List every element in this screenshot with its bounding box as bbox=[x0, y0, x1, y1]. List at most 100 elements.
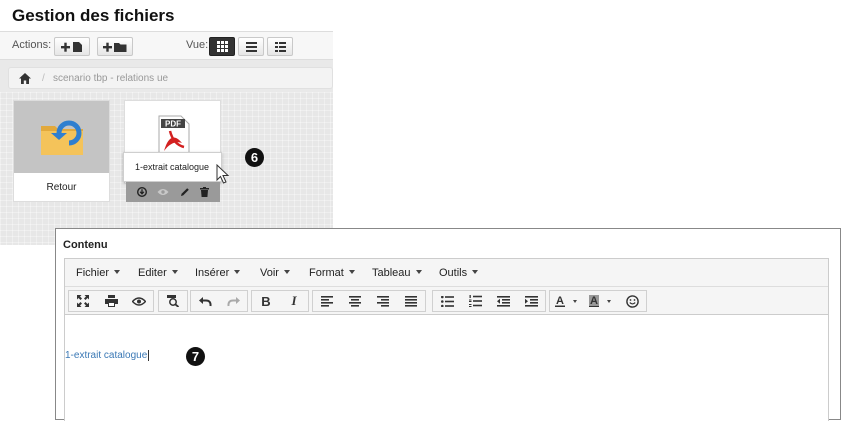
menu-label: Editer bbox=[138, 267, 167, 279]
menu-voir[interactable]: Voir bbox=[260, 267, 290, 279]
fullscreen-button[interactable] bbox=[69, 291, 97, 311]
align-center-icon bbox=[349, 295, 361, 307]
trash-icon bbox=[199, 187, 209, 197]
caret-down-icon bbox=[415, 270, 422, 275]
align-justify-button[interactable] bbox=[397, 291, 425, 311]
folder-back-icon bbox=[40, 120, 83, 155]
smiley-icon bbox=[625, 294, 639, 308]
add-folder-button[interactable] bbox=[97, 37, 133, 56]
redo-button[interactable] bbox=[219, 291, 247, 311]
align-left-icon bbox=[321, 295, 333, 307]
text-color-button[interactable]: A bbox=[550, 291, 584, 311]
undo-icon bbox=[198, 296, 212, 306]
toolbar-group-lists bbox=[432, 290, 546, 312]
back-label: Retour bbox=[46, 182, 77, 193]
emoticons-button[interactable] bbox=[618, 291, 646, 311]
rename-button[interactable] bbox=[180, 187, 190, 197]
file-name-tooltip: 1-extrait catalogue bbox=[123, 152, 222, 182]
view-grid-button[interactable] bbox=[209, 37, 235, 56]
content-editor-panel: Contenu Fichier Editer Insérer Voir Form… bbox=[55, 228, 841, 421]
grid-icon bbox=[216, 41, 228, 52]
bullet-list-button[interactable] bbox=[433, 291, 461, 311]
align-justify-icon bbox=[405, 295, 417, 307]
print-icon bbox=[104, 295, 118, 307]
outdent-icon bbox=[496, 295, 510, 307]
editor-title: Contenu bbox=[63, 239, 108, 251]
svg-text:A: A bbox=[556, 295, 564, 307]
content-link-text: 1-extrait catalogue bbox=[65, 350, 148, 362]
menu-label: Insérer bbox=[195, 267, 230, 279]
eye-icon bbox=[132, 296, 146, 306]
numbered-list-icon bbox=[468, 295, 482, 307]
file-manager-toolbar: Actions: Vue: bbox=[0, 32, 333, 60]
bullet-list-icon bbox=[440, 295, 454, 307]
pencil-icon bbox=[180, 188, 189, 196]
redo-icon bbox=[226, 296, 240, 306]
search-replace-button[interactable] bbox=[159, 291, 187, 311]
caret-down-icon bbox=[114, 270, 121, 275]
undo-button[interactable] bbox=[191, 291, 219, 311]
home-icon[interactable] bbox=[19, 73, 31, 84]
caret-down-icon bbox=[234, 270, 241, 275]
caret-down-icon bbox=[171, 270, 178, 275]
menu-fichier[interactable]: Fichier bbox=[76, 267, 121, 279]
svg-text:A: A bbox=[590, 295, 598, 307]
delete-button[interactable] bbox=[199, 187, 209, 197]
menu-editer[interactable]: Editer bbox=[138, 267, 178, 279]
search-icon bbox=[166, 295, 179, 307]
back-thumbnail bbox=[14, 101, 109, 173]
caret-down-icon bbox=[348, 270, 355, 275]
outdent-button[interactable] bbox=[489, 291, 517, 311]
menu-outils[interactable]: Outils bbox=[439, 267, 479, 279]
italic-button[interactable]: I bbox=[280, 291, 308, 311]
toolbar-group-search bbox=[158, 290, 188, 312]
align-left-button[interactable] bbox=[313, 291, 341, 311]
step-callout-6: 6 bbox=[245, 148, 264, 167]
background-color-icon: A bbox=[589, 295, 611, 307]
toolbar-group-style: B I bbox=[251, 290, 309, 312]
menu-label: Fichier bbox=[76, 267, 110, 279]
print-button[interactable] bbox=[97, 291, 125, 311]
file-manager-panel: Gestion des fichiers Actions: Vue: / sce… bbox=[0, 0, 333, 245]
breadcrumb-separator: / bbox=[42, 73, 45, 84]
background-color-button[interactable]: A bbox=[584, 291, 618, 311]
view-list-button[interactable] bbox=[238, 37, 264, 56]
preview-button[interactable] bbox=[157, 188, 169, 196]
menu-label: Tableau bbox=[372, 267, 411, 279]
list-icon bbox=[245, 41, 257, 52]
indent-button[interactable] bbox=[517, 291, 545, 311]
view-label: Vue: bbox=[186, 39, 209, 51]
pdf-icon: PDF bbox=[158, 115, 190, 155]
add-file-button[interactable] bbox=[54, 37, 90, 56]
menu-inserer[interactable]: Insérer bbox=[195, 267, 241, 279]
numbered-list-button[interactable] bbox=[461, 291, 489, 311]
align-center-button[interactable] bbox=[341, 291, 369, 311]
menu-label: Voir bbox=[260, 267, 279, 279]
caret-down-icon bbox=[283, 270, 290, 275]
toolbar-group-colors: A A bbox=[549, 290, 647, 312]
rich-text-editor: Fichier Editer Insérer Voir Format Table… bbox=[64, 258, 829, 421]
step-callout-7: 7 bbox=[186, 347, 205, 366]
mouse-cursor-icon bbox=[216, 164, 230, 184]
back-tile[interactable]: Retour bbox=[13, 100, 110, 202]
download-icon bbox=[137, 187, 148, 197]
menu-tableau[interactable]: Tableau bbox=[372, 267, 422, 279]
text-color-icon: A bbox=[555, 295, 577, 307]
menu-format[interactable]: Format bbox=[309, 267, 355, 279]
editor-menubar: Fichier Editer Insérer Voir Format Table… bbox=[65, 259, 828, 287]
file-manager-header: Gestion des fichiers bbox=[0, 0, 333, 32]
align-right-button[interactable] bbox=[369, 291, 397, 311]
toolbar-group-history bbox=[190, 290, 248, 312]
breadcrumb-current[interactable]: scenario tbp - relations ue bbox=[53, 73, 168, 84]
download-button[interactable] bbox=[137, 187, 148, 197]
view-details-button[interactable] bbox=[267, 37, 293, 56]
file-actions-bar bbox=[126, 182, 220, 202]
content-link[interactable]: 1-extrait catalogue bbox=[65, 350, 150, 362]
editor-content-area[interactable]: 1-extrait catalogue bbox=[65, 315, 828, 422]
add-file-icon bbox=[61, 41, 82, 52]
bold-button[interactable]: B bbox=[252, 291, 280, 311]
align-right-icon bbox=[377, 295, 389, 307]
preview-button[interactable] bbox=[125, 291, 153, 311]
text-cursor bbox=[148, 350, 150, 361]
menu-label: Format bbox=[309, 267, 344, 279]
